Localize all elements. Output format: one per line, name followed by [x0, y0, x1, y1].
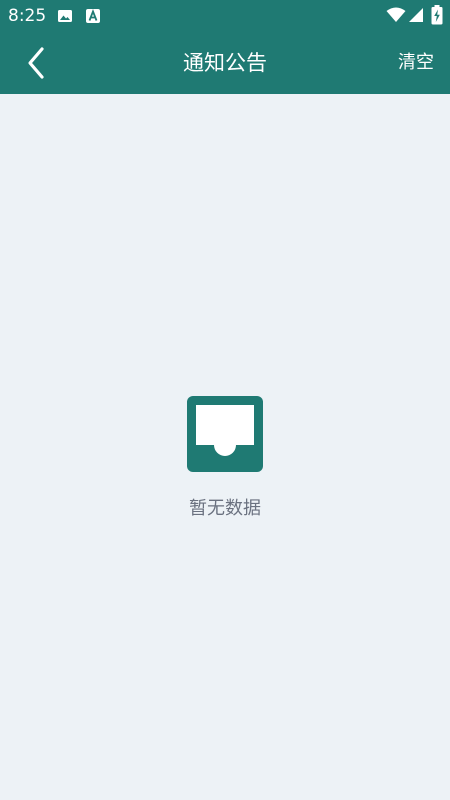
- back-button[interactable]: [18, 40, 58, 86]
- status-bar: 8:25: [0, 0, 450, 32]
- page-title: 通知公告: [183, 51, 267, 75]
- battery-charging-icon: [431, 5, 443, 25]
- a-notification-icon: [86, 9, 100, 23]
- wifi-icon: [386, 7, 406, 22]
- empty-message: 暂无数据: [189, 498, 261, 519]
- empty-inbox-icon: [187, 396, 263, 472]
- image-notification-icon: [58, 10, 72, 22]
- app-header: 8:25 通知公告 清空: [0, 0, 450, 94]
- cellular-signal-icon: [409, 8, 423, 22]
- clear-button[interactable]: 清空: [398, 32, 434, 94]
- nav-bar: 通知公告 清空: [0, 32, 450, 94]
- empty-state: 暂无数据: [0, 396, 450, 520]
- screen: 8:25 通知公告 清空 暂无数据: [0, 0, 450, 800]
- chevron-left-icon: [28, 47, 44, 79]
- status-time: 8:25: [8, 6, 47, 26]
